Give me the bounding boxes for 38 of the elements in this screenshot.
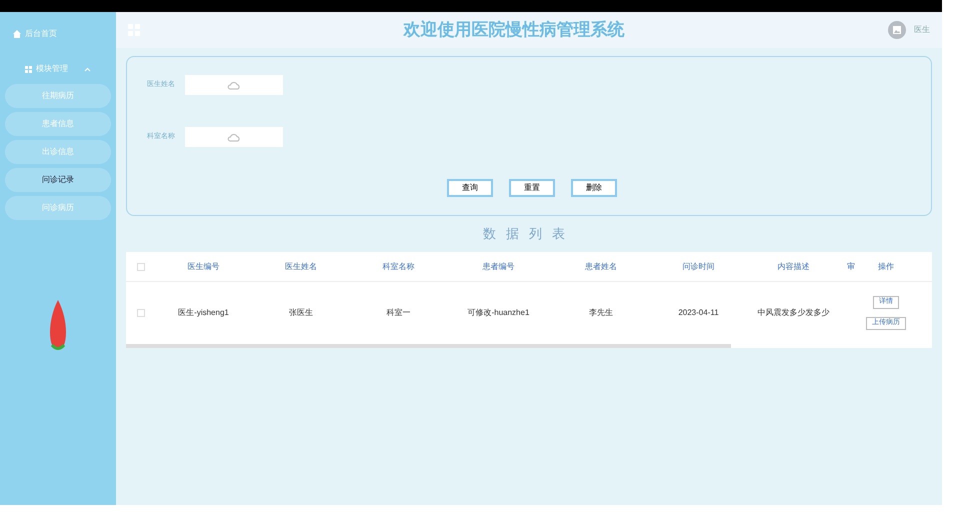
table-title: 数据列表 bbox=[483, 226, 575, 241]
checkbox[interactable] bbox=[137, 309, 145, 317]
checkbox[interactable] bbox=[137, 262, 145, 270]
column-header: 内容描述 bbox=[778, 260, 810, 272]
sidebar-item[interactable]: 问诊记录 bbox=[5, 168, 111, 192]
table-cell: 科室一 bbox=[386, 307, 410, 319]
avatar-icon[interactable] bbox=[888, 21, 906, 39]
column-header: 科室名称 bbox=[382, 260, 414, 272]
table-cell: 2023-04-11 bbox=[678, 307, 719, 319]
sidebar-item[interactable]: 往期病历 bbox=[5, 84, 111, 108]
cloud-icon bbox=[227, 132, 241, 142]
column-header: 操作 bbox=[878, 260, 894, 272]
cloud-icon bbox=[227, 80, 241, 90]
sidebar-item[interactable]: 问诊病历 bbox=[5, 196, 111, 220]
home-link[interactable]: 后台首页 bbox=[25, 28, 57, 40]
column-header: 问诊时间 bbox=[682, 260, 714, 272]
table-cell: 中风震发多少发多少 bbox=[758, 307, 830, 319]
column-header: 审 bbox=[847, 260, 855, 272]
column-header: 患者姓名 bbox=[585, 260, 617, 272]
page-title: 欢迎使用医院慢性病管理系统 bbox=[404, 20, 624, 39]
sidebar-item[interactable]: 患者信息 bbox=[5, 112, 111, 136]
user-name[interactable]: 医生 bbox=[914, 24, 930, 36]
column-header: 医生编号 bbox=[188, 260, 220, 272]
action-button[interactable]: 删除 bbox=[571, 179, 617, 197]
table-cell: 李先生 bbox=[589, 307, 613, 319]
action-button[interactable]: 重置 bbox=[509, 179, 555, 197]
column-header: 患者编号 bbox=[482, 260, 514, 272]
table-cell: 可修改-huanzhe1 bbox=[468, 307, 530, 319]
action-button[interactable]: 查询 bbox=[447, 179, 493, 197]
input-field[interactable] bbox=[185, 75, 283, 95]
table-cell: 医生-yisheng1 bbox=[178, 307, 229, 319]
home-icon bbox=[13, 30, 21, 38]
table-cell: 张医生 bbox=[289, 307, 313, 319]
grid-icon bbox=[25, 66, 32, 72]
column-header: 医生姓名 bbox=[285, 260, 317, 272]
sidebar-item[interactable]: 出诊信息 bbox=[5, 140, 111, 164]
input-field[interactable] bbox=[185, 127, 283, 147]
menu-group[interactable]: 模块管理 bbox=[36, 63, 68, 75]
